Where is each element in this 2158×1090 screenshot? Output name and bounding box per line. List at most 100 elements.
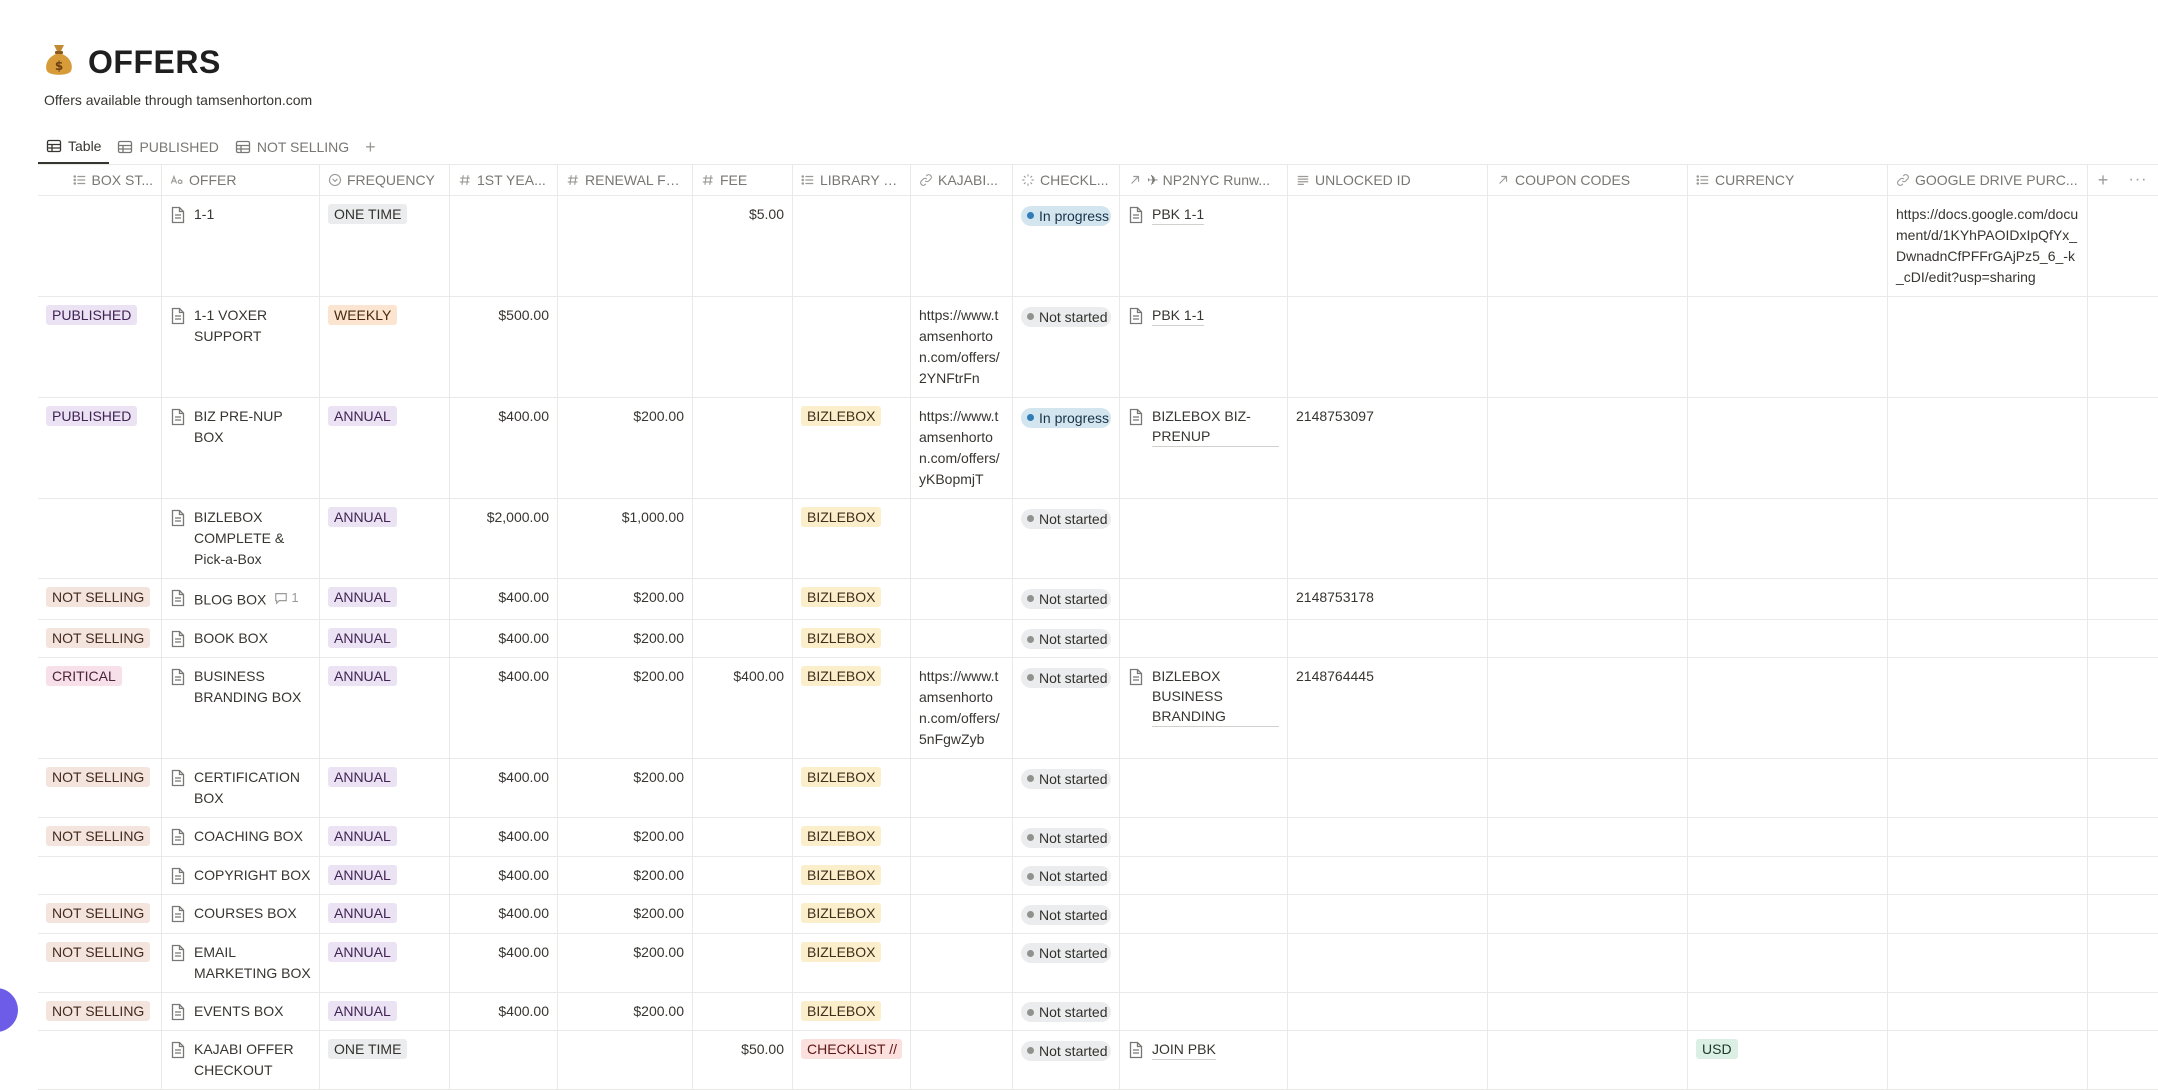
cell-fee[interactable]: $50.00 xyxy=(693,1031,793,1089)
cell-frequency[interactable]: WEEKLY xyxy=(320,297,450,397)
table-row[interactable]: NOT SELLING BLOG BOX 1 ANNUAL $400.00 $200.00… xyxy=(38,579,2158,620)
cell-coupon-codes[interactable] xyxy=(1488,658,1688,758)
cell-frequency[interactable]: ANNUAL xyxy=(320,398,450,498)
column-header-coupon-codes[interactable]: COUPON CODES xyxy=(1488,165,1688,195)
cell-gdrive[interactable] xyxy=(1888,658,2088,758)
cell-np2nyc[interactable] xyxy=(1120,992,1288,1030)
frequency-tag[interactable]: ANNUAL xyxy=(328,767,397,787)
frequency-tag[interactable]: ANNUAL xyxy=(328,941,397,962)
table-row[interactable]: COPYRIGHT BOX ANNUAL $400.00 $200.00 BIZLEBO… xyxy=(38,856,2158,895)
tab-not-selling[interactable]: NOT SELLING xyxy=(227,130,357,164)
cell-gdrive[interactable] xyxy=(1888,1031,2088,1089)
checklist-status[interactable]: Not started xyxy=(1021,306,1111,327)
library-tag[interactable]: BIZLEBOX xyxy=(801,587,882,607)
cell-first-year[interactable]: $400.00 xyxy=(450,992,558,1030)
cell-kajabi[interactable] xyxy=(911,856,1013,894)
cell-np2nyc[interactable]: PBK 1-1 xyxy=(1120,297,1288,397)
cell-renewal-fee[interactable]: $200.00 xyxy=(558,818,693,856)
cell-fee[interactable] xyxy=(693,579,793,619)
cell-first-year[interactable]: $400.00 xyxy=(450,933,558,992)
table-row[interactable]: NOT SELLING BOOK BOX ANNUAL $400.00 $200.00 B… xyxy=(38,619,2158,658)
cell-first-year[interactable]: $2,000.00 xyxy=(450,499,558,578)
cell-coupon-codes[interactable] xyxy=(1488,895,1688,933)
column-header-library[interactable]: LIBRARY P... xyxy=(793,165,911,195)
kajabi-value[interactable]: https://www.tamsenhorton.com/offers/2YNF… xyxy=(919,307,1000,386)
box-status-tag[interactable]: NOT SELLING xyxy=(46,627,151,648)
offer-title[interactable]: 1-1 VOXER SUPPORT xyxy=(170,305,311,347)
cell-fee[interactable] xyxy=(693,297,793,397)
cell-fee[interactable] xyxy=(693,619,793,657)
offer-title[interactable]: 1-1 xyxy=(170,204,311,225)
checklist-status[interactable]: In progress xyxy=(1021,205,1111,226)
library-tag[interactable]: BIZLEBOX xyxy=(801,826,882,846)
cell-first-year[interactable]: $400.00 xyxy=(450,658,558,758)
help-button[interactable] xyxy=(0,988,18,1032)
cell-unlocked-id[interactable]: 2148753178 xyxy=(1288,579,1488,619)
cell-offer[interactable]: 1-1 xyxy=(162,196,320,296)
cell-first-year[interactable]: $400.00 xyxy=(450,398,558,498)
cell-first-year[interactable]: $400.00 xyxy=(450,579,558,619)
cell-box-status[interactable]: NOT SELLING xyxy=(38,992,162,1030)
cell-coupon-codes[interactable] xyxy=(1488,297,1688,397)
checklist-status[interactable]: Not started xyxy=(1021,1040,1111,1061)
cell-np2nyc[interactable] xyxy=(1120,499,1288,578)
cell-np2nyc[interactable] xyxy=(1120,818,1288,856)
cell-renewal-fee[interactable]: $200.00 xyxy=(558,579,693,619)
library-tag[interactable]: BIZLEBOX xyxy=(801,767,882,787)
table-row[interactable]: KAJABI OFFER CHECKOUT ONE TIME $50.00 CHECK… xyxy=(38,1031,2158,1090)
column-header-kajabi[interactable]: KAJABI... xyxy=(911,165,1013,195)
cell-np2nyc[interactable]: BIZLEBOX BUSINESS BRANDING xyxy=(1120,658,1288,758)
cell-unlocked-id[interactable]: 2148753097 xyxy=(1288,398,1488,498)
cell-checklist[interactable]: Not started xyxy=(1013,297,1120,397)
cell-first-year[interactable]: $400.00 xyxy=(450,895,558,933)
column-header-fee[interactable]: FEE xyxy=(693,165,793,195)
cell-offer[interactable]: BUSINESS BRANDING BOX xyxy=(162,658,320,758)
cell-checklist[interactable]: Not started xyxy=(1013,759,1120,817)
cell-first-year[interactable] xyxy=(450,196,558,296)
cell-checklist[interactable]: Not started xyxy=(1013,992,1120,1030)
cell-offer[interactable]: BOOK BOX xyxy=(162,619,320,657)
cell-np2nyc[interactable]: BIZLEBOX BIZ-PRENUP xyxy=(1120,398,1288,498)
cell-currency[interactable] xyxy=(1688,499,1888,578)
library-tag[interactable]: BIZLEBOX xyxy=(801,627,882,648)
cell-currency[interactable] xyxy=(1688,619,1888,657)
cell-gdrive[interactable] xyxy=(1888,992,2088,1030)
cell-box-status[interactable]: NOT SELLING xyxy=(38,933,162,992)
frequency-tag[interactable]: ANNUAL xyxy=(328,826,397,846)
offer-title[interactable]: BLOG BOX 1 xyxy=(170,587,311,611)
frequency-tag[interactable]: WEEKLY xyxy=(328,305,398,325)
cell-unlocked-id[interactable] xyxy=(1288,933,1488,992)
cell-checklist[interactable]: Not started xyxy=(1013,818,1120,856)
frequency-tag[interactable]: ANNUAL xyxy=(328,666,397,686)
column-header-frequency[interactable]: FREQUENCY xyxy=(320,165,450,195)
currency-tag[interactable]: USD xyxy=(1696,1039,1738,1059)
cell-renewal-fee[interactable]: $200.00 xyxy=(558,933,693,992)
cell-fee[interactable]: $5.00 xyxy=(693,196,793,296)
cell-gdrive[interactable] xyxy=(1888,579,2088,619)
cell-currency[interactable] xyxy=(1688,933,1888,992)
cell-renewal-fee[interactable]: $200.00 xyxy=(558,759,693,817)
cell-library[interactable]: BIZLEBOX xyxy=(793,579,911,619)
cell-unlocked-id[interactable]: 2148764445 xyxy=(1288,658,1488,758)
more-options-button[interactable]: ··· xyxy=(2118,165,2158,195)
cell-library[interactable]: CHECKLIST // xyxy=(793,1031,911,1089)
cell-box-status[interactable] xyxy=(38,856,162,894)
table-row[interactable]: NOT SELLING COACHING BOX ANNUAL $400.00 $200… xyxy=(38,818,2158,857)
cell-gdrive[interactable] xyxy=(1888,759,2088,817)
column-header-currency[interactable]: CURRENCY xyxy=(1688,165,1888,195)
cell-box-status[interactable] xyxy=(38,1031,162,1089)
related-page[interactable]: JOIN PBK xyxy=(1128,1039,1279,1060)
cell-np2nyc[interactable]: PBK 1-1 xyxy=(1120,196,1288,296)
tab-table[interactable]: Table xyxy=(38,130,110,164)
frequency-tag[interactable]: ANNUAL xyxy=(328,507,397,527)
cell-fee[interactable] xyxy=(693,856,793,894)
cell-currency[interactable] xyxy=(1688,398,1888,498)
cell-currency[interactable] xyxy=(1688,297,1888,397)
cell-offer[interactable]: BIZLEBOX COMPLETE & Pick-a-Box xyxy=(162,499,320,578)
cell-kajabi[interactable] xyxy=(911,499,1013,578)
table-row[interactable]: NOT SELLING CERTIFICATION BOX ANNUAL $400.0… xyxy=(38,759,2158,818)
offer-title[interactable]: EMAIL MARKETING BOX xyxy=(170,942,311,984)
offer-title[interactable]: BUSINESS BRANDING BOX xyxy=(170,666,311,708)
box-status-tag[interactable]: PUBLISHED xyxy=(46,305,138,325)
cell-library[interactable]: BIZLEBOX xyxy=(793,499,911,578)
